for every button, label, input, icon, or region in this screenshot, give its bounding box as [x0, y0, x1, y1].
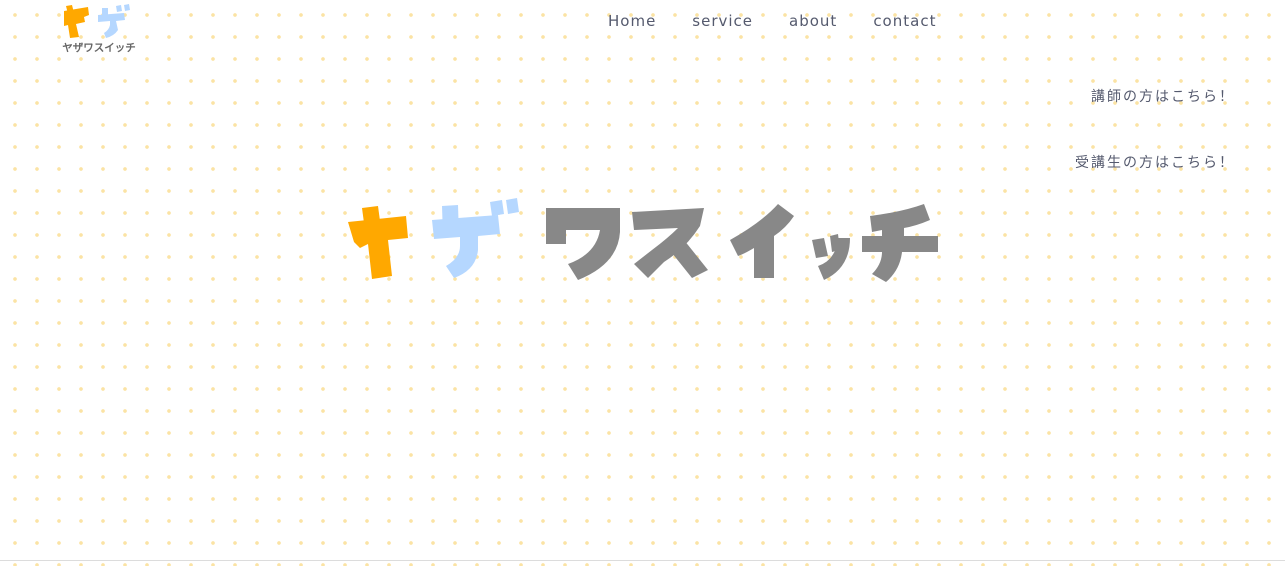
logo-char-i	[730, 204, 794, 278]
yazawa-switch-logo-small: ヤザワスイッチ	[62, 4, 136, 54]
side-links: 講師の方はこちら！ 受講生の方はこちら！	[1075, 87, 1235, 219]
bottom-divider	[0, 560, 1285, 561]
site-header: ヤザワスイッチ Home service about contact	[0, 0, 1285, 60]
logo-small-text: ヤザワスイッチ	[62, 42, 136, 54]
yazawa-switch-logo-large: ヤザワスイッチ	[348, 198, 938, 282]
logo-char-su	[632, 208, 708, 278]
main-nav: Home service about contact	[608, 11, 936, 31]
nav-contact[interactable]: contact	[873, 11, 936, 31]
hero-logo: ヤザワスイッチ	[342, 196, 942, 286]
nav-service[interactable]: service	[692, 11, 753, 31]
logo-char-small-tsu	[812, 234, 850, 280]
student-link[interactable]: 受講生の方はこちら！	[1075, 153, 1235, 173]
logo-char-wa	[546, 208, 620, 280]
logo-char-za	[432, 198, 519, 278]
instructor-link[interactable]: 講師の方はこちら！	[1075, 87, 1235, 107]
nav-home[interactable]: Home	[608, 11, 656, 31]
nav-about[interactable]: about	[789, 11, 837, 31]
logo-char-ya	[348, 206, 408, 279]
site-logo-link[interactable]: ヤザワスイッチ	[58, 2, 140, 54]
logo-char-chi	[862, 204, 938, 282]
